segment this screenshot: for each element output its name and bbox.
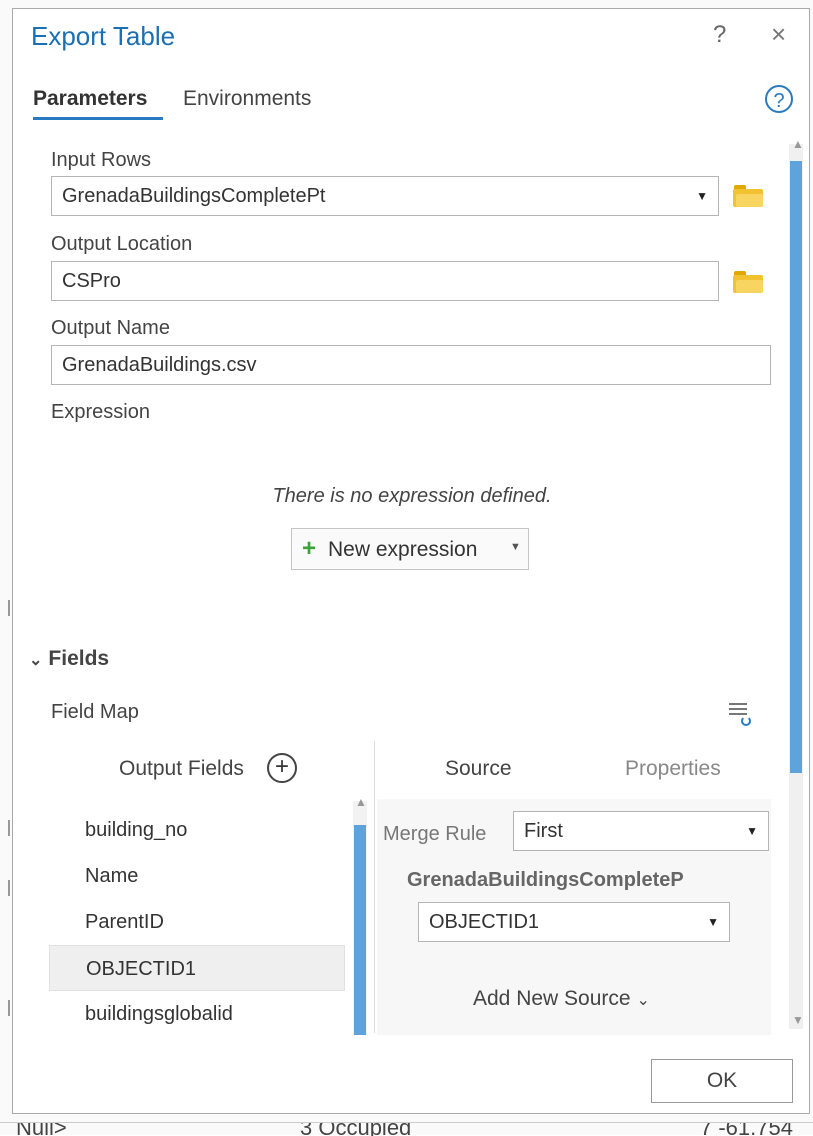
tab-source[interactable]: Source [445,757,512,781]
chevron-down-icon: ▼ [707,915,719,929]
list-item[interactable]: building_no [49,807,345,853]
folder-icon[interactable] [733,271,763,293]
tool-help-icon[interactable]: ? [765,85,793,113]
input-rows-value: GrenadaBuildingsCompletePt [62,185,326,207]
field-map-label: Field Map [51,701,139,723]
add-new-source-button[interactable]: Add New Source ⌄ [473,987,650,1011]
bg-cell: Null> [16,1122,67,1136]
bg-cell: 7 -61.754 [700,1122,793,1136]
expression-label: Expression [51,401,150,423]
ok-button[interactable]: OK [651,1059,793,1103]
output-name-value: GrenadaBuildings.csv [62,354,257,376]
export-table-dialog: Export Table ? × Parameters Environments… [12,8,810,1114]
main-scrollbar-thumb[interactable] [790,161,802,773]
merge-rule-value: First [524,820,563,842]
fields-section-label: Fields [48,647,110,670]
add-new-source-label: Add New Source [473,987,631,1010]
bg-gridline [8,820,10,836]
close-button[interactable]: × [771,19,786,50]
no-expression-text: There is no expression defined. [272,485,552,507]
bg-cell: 3 Occupied [300,1122,412,1136]
help-button[interactable]: ? [713,21,726,49]
dialog-title: Export Table [31,21,176,51]
output-name-label: Output Name [51,317,170,339]
scroll-down-icon[interactable]: ▼ [792,1013,804,1027]
bg-gridline [8,1000,10,1016]
merge-rule-label: Merge Rule [383,823,487,845]
fields-list-scrollbar-thumb[interactable] [354,825,366,1035]
chevron-down-icon: ▼ [746,824,758,838]
tab-environments[interactable]: Environments [183,87,311,111]
scroll-up-icon[interactable]: ▲ [355,795,367,809]
tab-properties[interactable]: Properties [625,757,721,781]
add-field-button[interactable]: + [267,753,297,783]
input-rows-select[interactable]: GrenadaBuildingsCompletePt ▼ [51,176,719,216]
list-item[interactable]: Name [49,853,345,899]
folder-icon[interactable] [733,185,763,207]
list-item-selected[interactable]: OBJECTID1 [49,945,345,991]
list-item[interactable]: ParentID [49,899,345,945]
output-name-field[interactable]: GrenadaBuildings.csv [51,345,771,385]
bg-gridline [8,600,10,616]
active-tab-indicator [33,117,163,120]
input-rows-label: Input Rows [51,149,152,171]
plus-icon: + [302,535,317,562]
scroll-up-icon[interactable]: ▲ [792,137,804,151]
output-fields-list: building_no Name ParentID OBJECTID1 buil… [49,799,351,1035]
new-expression-label: New expression [328,538,478,561]
list-item[interactable]: buildingsglobalid [49,991,345,1037]
output-location-label: Output Location [51,233,193,255]
chevron-down-icon: ▼ [510,541,521,553]
chevron-down-icon: ⌄ [636,992,650,1009]
chevron-down-icon: ⌄ [29,652,43,669]
new-expression-button[interactable]: + New expression ▼ [291,528,529,570]
panel-divider [374,741,375,1033]
source-table-name: GrenadaBuildingsCompleteP [407,869,684,891]
source-field-select[interactable]: OBJECTID1 ▼ [418,902,730,942]
tab-parameters[interactable]: Parameters [33,87,147,111]
output-location-value: CSPro [62,270,121,292]
background-table-row: Null> 3 Occupied 7 -61.754 [0,1122,813,1136]
fields-section-header[interactable]: ⌄ Fields [29,647,109,671]
field-map-reset-icon[interactable] [729,703,751,727]
source-field-value: OBJECTID1 [429,911,540,933]
output-location-field[interactable]: CSPro [51,261,719,301]
bg-gridline [8,880,10,896]
output-fields-header: Output Fields [119,757,244,780]
chevron-down-icon: ▼ [696,189,708,203]
merge-rule-select[interactable]: First ▼ [513,811,769,851]
